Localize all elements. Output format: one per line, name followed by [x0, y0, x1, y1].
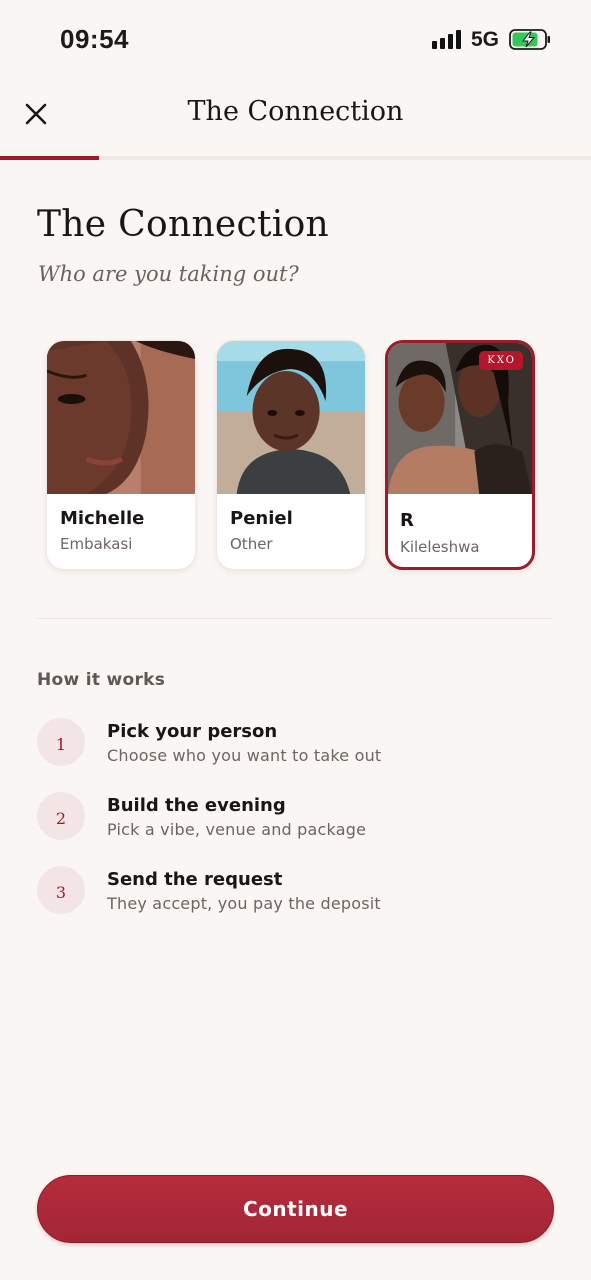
progress-fill [0, 156, 99, 160]
badge: KXO [479, 351, 523, 370]
person-area: Other [230, 535, 273, 553]
step-item: 3 Send the request They accept, you pay … [37, 866, 557, 922]
person-photo: KXO [388, 343, 532, 494]
person-photo [47, 341, 195, 494]
page-subtitle: Who are you taking out? [38, 262, 299, 286]
step-number: 1 [37, 718, 85, 766]
signal-icon [432, 30, 462, 49]
step-title: Send the request [107, 869, 283, 890]
person-card-r[interactable]: KXO R Kileleshwa [385, 340, 535, 570]
page-title: The Connection [37, 204, 330, 245]
step-title: Build the evening [107, 795, 286, 816]
step-title: Pick your person [107, 721, 278, 742]
status-time: 09:54 [60, 24, 129, 54]
network-label: 5G [471, 28, 500, 51]
person-area: Kileleshwa [400, 538, 480, 556]
step-item: 2 Build the evening Pick a vibe, venue a… [37, 792, 557, 848]
person-photo [217, 341, 365, 494]
person-cards: Michelle Embakasi Peniel Other KXO R Kil… [46, 340, 546, 572]
header-title: The Connection [187, 96, 404, 127]
continue-button[interactable]: Continue [37, 1175, 554, 1243]
person-card-michelle[interactable]: Michelle Embakasi [46, 340, 196, 570]
person-name: Peniel [230, 508, 293, 529]
screen: 09:54 5G The Connection The Connection W… [0, 0, 591, 1280]
progress-bar [0, 156, 591, 160]
battery-charging-icon [509, 29, 550, 50]
person-area: Embakasi [60, 535, 133, 553]
status-bar: 09:54 5G [0, 0, 591, 80]
step-item: 1 Pick your person Choose who you want t… [37, 718, 557, 774]
divider [37, 618, 553, 619]
step-description: Pick a vibe, venue and package [107, 820, 367, 839]
step-number: 2 [37, 792, 85, 840]
person-name: R [400, 510, 414, 531]
person-name: Michelle [60, 508, 145, 529]
step-number: 3 [37, 866, 85, 914]
step-description: Choose who you want to take out [107, 746, 382, 765]
how-it-works-heading: How it works [37, 670, 166, 690]
person-card-peniel[interactable]: Peniel Other [216, 340, 366, 570]
step-description: They accept, you pay the deposit [107, 894, 381, 913]
header: The Connection [0, 80, 591, 160]
